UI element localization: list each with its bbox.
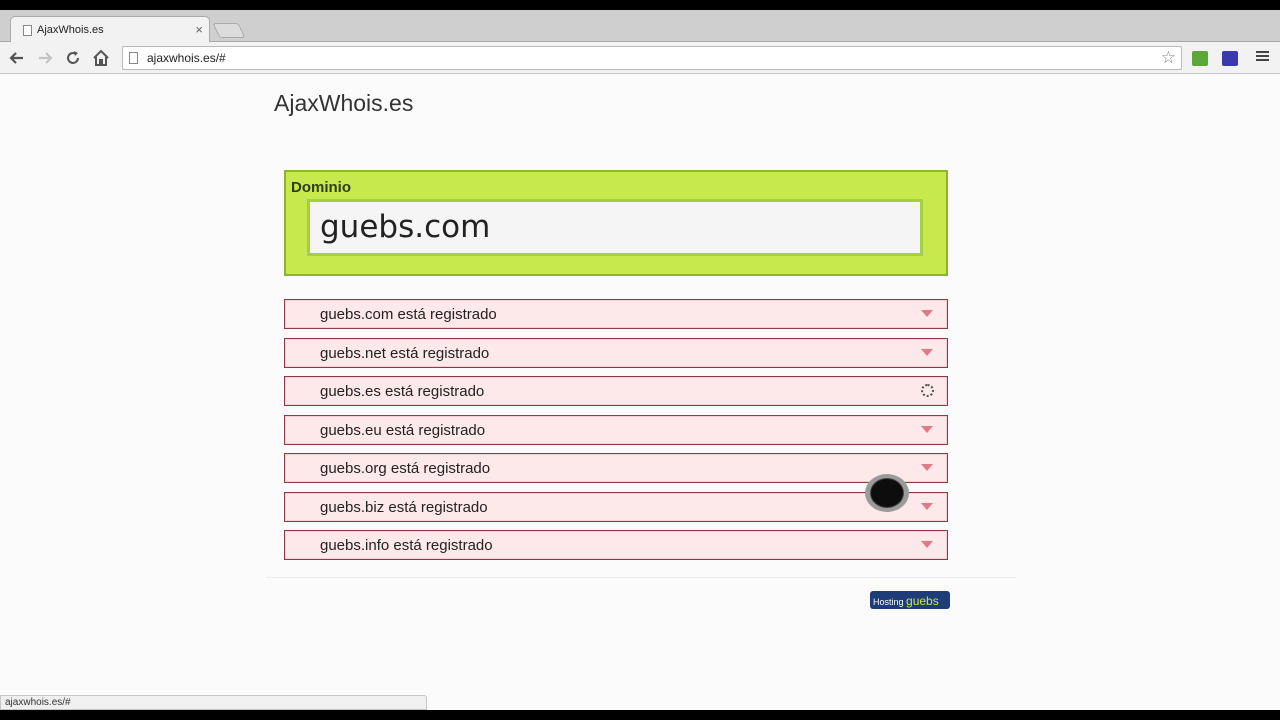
reload-button[interactable] <box>63 48 83 68</box>
browser-tab[interactable]: AjaxWhois.es × <box>10 16 210 43</box>
page-content: AjaxWhois.es Dominio guebs.com guebs.com… <box>0 74 1280 710</box>
touch-cursor-icon <box>865 474 911 514</box>
bookmark-star-icon[interactable]: ☆ <box>1161 48 1176 68</box>
result-label: guebs.org está registrado <box>320 460 491 477</box>
result-label: guebs.es está registrado <box>320 383 485 400</box>
tab-strip: AjaxWhois.es × <box>0 10 1280 43</box>
result-row-biz[interactable]: guebs.biz está registrado <box>284 491 948 522</box>
browser-window: AjaxWhois.es × ajaxwhois.es/# ☆ AjaxWhoi <box>0 10 1280 710</box>
extension-green-icon[interactable] <box>1192 51 1208 66</box>
close-tab-icon[interactable]: × <box>195 22 203 37</box>
page-favicon-icon <box>23 25 32 36</box>
result-label: guebs.com está registrado <box>320 306 497 323</box>
hamburger-icon <box>1256 51 1269 61</box>
back-arrow-icon <box>9 52 23 64</box>
forward-button[interactable] <box>35 48 55 68</box>
address-bar[interactable]: ajaxwhois.es/# ☆ <box>122 46 1182 70</box>
extension-blue-icon[interactable] <box>1222 51 1238 66</box>
page-icon <box>129 52 138 64</box>
loading-spinner-icon <box>921 384 934 397</box>
result-row-net[interactable]: guebs.net está registrado <box>284 337 948 368</box>
result-label: guebs.net está registrado <box>320 344 490 362</box>
back-button[interactable] <box>7 48 27 68</box>
footer-divider <box>266 577 1016 578</box>
badge-prefix: Hosting <box>873 597 904 607</box>
home-button[interactable] <box>91 48 111 68</box>
domain-label: Dominio <box>291 179 351 196</box>
reload-icon <box>67 51 79 64</box>
result-label: guebs.biz está registrado <box>320 498 488 516</box>
result-row-info[interactable]: guebs.info está registrado <box>284 530 948 560</box>
results-list: guebs.com está registrado guebs.net está… <box>284 299 948 569</box>
result-row-org[interactable]: guebs.org está registrado <box>284 453 948 483</box>
expand-arrow-icon[interactable] <box>921 425 933 433</box>
address-url[interactable]: ajaxwhois.es/# <box>147 51 226 65</box>
browser-toolbar: ajaxwhois.es/# ☆ <box>0 42 1280 74</box>
result-label: guebs.info está registrado <box>320 537 493 554</box>
expand-arrow-icon[interactable] <box>921 541 933 548</box>
expand-arrow-icon[interactable] <box>921 502 933 510</box>
expand-arrow-icon[interactable] <box>921 464 933 471</box>
status-bar-url: ajaxwhois.es/# <box>0 695 427 710</box>
forward-arrow-icon <box>39 52 53 64</box>
domain-search-panel: Dominio guebs.com <box>284 170 948 276</box>
browser-menu-icon[interactable] <box>1256 49 1270 67</box>
result-row-es[interactable]: guebs.es está registrado <box>284 376 948 406</box>
site-title[interactable]: AjaxWhois.es <box>274 90 413 117</box>
result-label: guebs.eu está registrado <box>320 421 486 439</box>
domain-input[interactable]: guebs.com <box>307 199 923 256</box>
expand-arrow-icon[interactable] <box>921 348 933 356</box>
badge-brand: guebs <box>906 594 939 608</box>
home-icon <box>93 49 109 66</box>
new-tab-button[interactable] <box>212 23 246 38</box>
result-row-eu[interactable]: guebs.eu está registrado <box>284 414 948 445</box>
result-row-com[interactable]: guebs.com está registrado <box>284 299 948 329</box>
hosting-guebs-badge[interactable]: Hosting guebs <box>870 591 950 609</box>
tab-title: AjaxWhois.es <box>37 24 104 36</box>
expand-arrow-icon[interactable] <box>921 310 933 317</box>
